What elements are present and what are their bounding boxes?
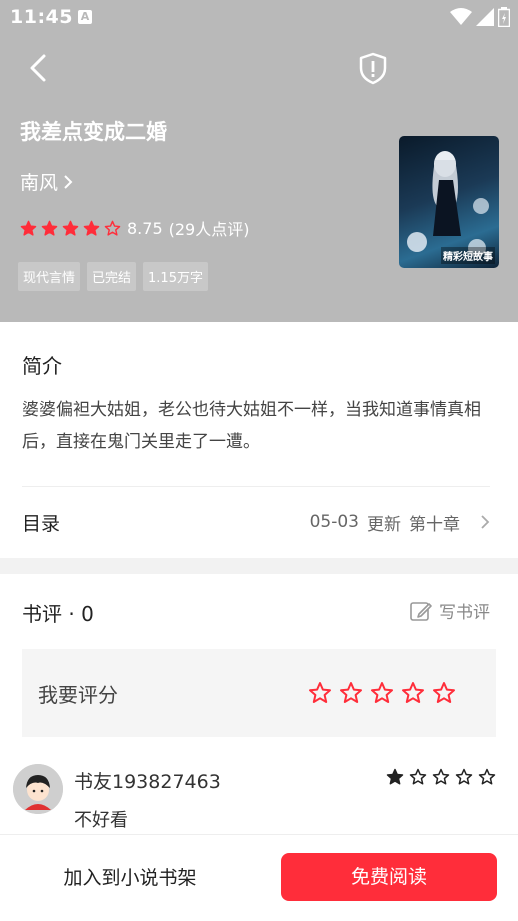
tag-status: 已完结 [87,262,137,291]
avatar[interactable] [13,764,63,814]
rate-box: 我要评分 [22,649,496,737]
star-outline-icon[interactable] [339,681,363,705]
comment-stars [386,768,496,786]
free-read-button[interactable]: 免费阅读 [281,853,497,901]
battery-icon [498,7,510,27]
star-filled-icon [62,220,79,236]
signal-icon [476,8,494,26]
review-title: 书评 · 0 [22,602,94,626]
tag-wordcount: 1.15万字 [143,262,208,291]
star-outline-icon[interactable] [401,681,425,705]
book-cover[interactable]: 精彩短故事 [399,136,499,268]
toc-row[interactable]: 目录 05-03 更新 第十章 [22,507,492,537]
toc-chapter: 第十章 [409,514,460,535]
star-filled-icon [83,220,100,236]
back-button[interactable] [24,50,56,86]
comment-username[interactable]: 书友193827463 [74,767,221,794]
shield-alert-icon [359,52,387,85]
intro-panel: 简介 婆婆偏袒大姑姐，老公也待大姑姐不一样，当我知道事情真相后，直接在鬼门关里走… [0,322,518,558]
book-header: 我差点变成二婚 南风 8.75 (29人点评) 现代言情 已完结 1.15万字 … [0,36,518,322]
star-outline-icon[interactable] [432,681,456,705]
report-button[interactable] [356,50,390,86]
chevron-right-icon [481,515,490,529]
status-icons [450,7,510,27]
toc-update: 更新 [367,514,401,535]
back-arrow-icon [30,54,46,82]
comment-text: 不好看 [74,810,128,831]
review-panel: 书评 · 0 写书评 我要评分 书友193827463 不好看 [0,574,518,834]
intro-text[interactable]: 婆婆偏袒大姑姐，老公也待大姑姐不一样，当我知道事情真相后，直接在鬼门关里走了一遭… [22,394,498,458]
add-to-shelf-button[interactable]: 加入到小说书架 [22,853,238,903]
user-avatar-icon [13,764,63,814]
bottom-bar: 加入到小说书架 免费阅读 [0,834,518,921]
star-outline-icon [409,768,427,785]
star-filled-icon [41,220,58,236]
rating-count: (29人点评) [168,220,250,239]
cover-caption: 精彩短故事 [441,247,495,264]
star-outline-icon [478,768,496,785]
status-time: 11:45 [10,6,73,28]
wifi-icon [450,8,472,25]
star-outline-icon[interactable] [370,681,394,705]
star-outline-icon [432,768,450,785]
rating-stars [20,220,121,237]
toc-date: 05-03 [309,512,359,532]
rate-label: 我要评分 [38,683,118,707]
author-link[interactable]: 南风 [20,168,74,195]
book-tags: 现代言情 已完结 1.15万字 [18,262,208,291]
intro-title: 简介 [22,354,62,378]
status-bar: 11:45 A [0,0,518,36]
toc-label: 目录 [22,512,61,535]
author-name: 南风 [20,172,59,194]
tag-genre[interactable]: 现代言情 [18,262,81,291]
toc-info: 05-03 更新 第十章 [310,510,492,535]
divider [22,486,490,487]
book-title: 我差点变成二婚 [20,120,167,144]
star-filled-icon [386,768,404,785]
write-review-button[interactable]: 写书评 [409,598,490,623]
rating-row: 8.75 (29人点评) [20,216,249,240]
notification-icon: A [78,10,92,24]
write-review-label: 写书评 [439,603,490,623]
star-outline-icon [104,220,121,236]
star-filled-icon [20,220,37,236]
chevron-right-icon [64,174,73,189]
rating-score: 8.75 [127,218,163,238]
star-outline-icon[interactable] [308,681,332,705]
star-outline-icon [455,768,473,785]
comment-item[interactable]: 书友193827463 不好看 [0,756,518,834]
rate-stars[interactable] [308,681,456,705]
edit-icon [410,601,432,621]
